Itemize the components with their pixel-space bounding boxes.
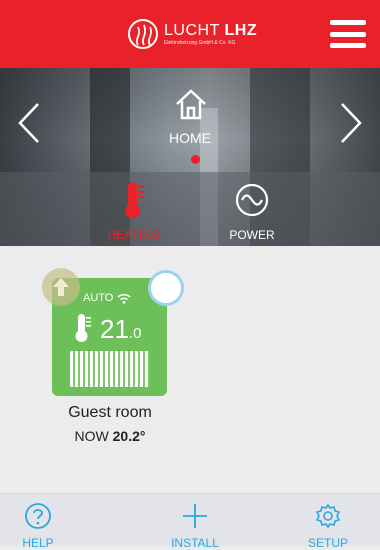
home-icon[interactable] — [173, 86, 209, 127]
app-header: LUCHT LHZ Elektroheizung GmbH & Co. KG — [0, 0, 380, 68]
tab-heating[interactable]: HEATING — [98, 228, 170, 242]
room-mode-label: AUTO — [83, 292, 114, 304]
plus-icon — [183, 504, 207, 528]
room-thermometer-icon — [74, 313, 92, 348]
setup-button[interactable]: SETUP — [300, 494, 356, 550]
help-button[interactable]: HELP — [16, 494, 60, 550]
install-label: INSTALL — [171, 536, 219, 550]
current-temperature: NOW 20.2° — [74, 428, 146, 444]
current-mode-label: HOME — [169, 130, 211, 146]
room-mode: AUTO — [83, 292, 131, 304]
wifi-icon — [117, 293, 131, 304]
gear-icon — [316, 504, 340, 528]
tab-power[interactable]: POWER — [216, 228, 288, 242]
power-wave-icon[interactable] — [234, 182, 270, 223]
room-name: Guest room — [68, 404, 152, 421]
carousel-next-arrow-icon[interactable] — [336, 100, 366, 146]
carousel-page-indicator — [191, 155, 200, 164]
room-power-toggle[interactable] — [148, 270, 184, 306]
logo-wordmark: LUCHT LHZ — [164, 21, 258, 39]
flame-logo-icon — [128, 19, 158, 49]
boost-arrow-icon[interactable] — [42, 268, 80, 306]
bottom-navigation: HELP INSTALL SETUP — [0, 493, 380, 550]
help-label: HELP — [22, 536, 54, 550]
help-icon — [25, 503, 51, 529]
thermometer-icon[interactable] — [121, 180, 147, 225]
category-band — [0, 172, 380, 246]
hamburger-menu-icon[interactable] — [330, 20, 366, 48]
carousel-prev-arrow-icon[interactable] — [14, 100, 44, 146]
logo-subtitle: Elektroheizung GmbH & Co. KG — [164, 39, 236, 46]
radiator-icon — [70, 351, 150, 387]
install-button[interactable]: INSTALL — [160, 494, 230, 550]
setup-label: SETUP — [307, 536, 348, 550]
brand-logo: LUCHT LHZ Elektroheizung GmbH & Co. KG — [128, 14, 257, 54]
mode-carousel: HOME HEATING POWER — [0, 68, 380, 246]
setpoint-temperature: 21.0 — [100, 314, 142, 344]
